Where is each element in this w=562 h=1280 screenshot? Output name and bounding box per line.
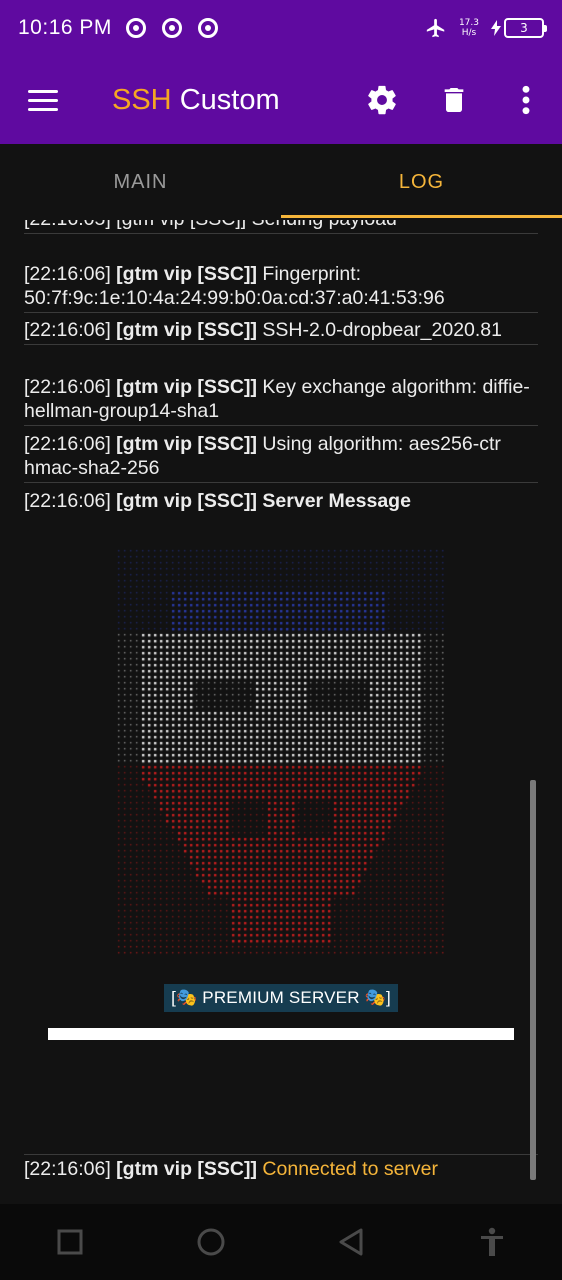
log-entry-connected: [22:16:06] [gtm vip [SSC]] Connected to …	[24, 1154, 538, 1183]
log-entry: [22:16:06] [gtm vip [SSC]] Using algorit…	[24, 432, 538, 483]
log-entry-partial: [22:16:05] [gtm vip [SSC]] Sending paylo…	[24, 220, 538, 234]
back-button[interactable]	[321, 1212, 381, 1272]
chrome-icon	[161, 18, 182, 38]
tab-bar: MAIN LOG	[0, 144, 562, 220]
log-entry: [22:16:06] [gtm vip [SSC]] Key exchange …	[24, 375, 538, 426]
battery-level: 3	[520, 21, 528, 35]
gear-icon	[368, 85, 396, 115]
recent-apps-icon	[57, 1229, 83, 1255]
log-scrollbar[interactable]	[530, 780, 536, 1180]
ascii-art-mask-image	[114, 546, 444, 958]
chrome-icon	[125, 18, 146, 38]
navigation-bar	[0, 1204, 562, 1280]
trash-icon	[444, 88, 464, 112]
home-button[interactable]	[181, 1212, 241, 1272]
tab-main[interactable]: MAIN	[0, 144, 281, 220]
app-actions	[346, 56, 562, 144]
battery-indicator: 3	[491, 18, 547, 38]
chrome-icon	[197, 18, 218, 38]
app-bar: SSH Custom	[0, 56, 562, 144]
notification-icons	[125, 18, 218, 38]
log-entry: [22:16:06] [gtm vip [SSC]] Server Messag…	[24, 490, 411, 512]
more-vert-icon	[522, 85, 530, 115]
log-entry: [22:16:06] [gtm vip [SSC]] SSH-2.0-dropb…	[24, 318, 538, 345]
accessibility-button[interactable]	[462, 1212, 522, 1272]
home-icon	[197, 1228, 225, 1256]
premium-server-banner: [🎭 PREMIUM SERVER 🎭]	[164, 984, 398, 1012]
network-speed: 17.3 H/s	[458, 18, 479, 38]
menu-icon[interactable]	[0, 56, 86, 144]
more-options-button[interactable]	[490, 56, 562, 144]
airplane-icon	[426, 18, 445, 38]
log-view[interactable]: [22:16:05] [gtm vip [SSC]] Sending paylo…	[0, 220, 562, 1204]
status-bar: 10:16 PM 17.3 H/s 3	[0, 0, 562, 56]
app-title: SSH Custom	[112, 83, 280, 116]
banner-underline	[48, 1028, 514, 1040]
status-right: 17.3 H/s 3	[425, 17, 547, 39]
battery-icon: 3	[504, 18, 547, 38]
recent-apps-button[interactable]	[40, 1212, 100, 1272]
back-icon	[339, 1228, 363, 1256]
status-time: 10:16 PM	[18, 16, 112, 39]
settings-button[interactable]	[346, 56, 418, 144]
log-entry: [22:16:06] [gtm vip [SSC]] Fingerprint: …	[24, 262, 538, 313]
delete-log-button[interactable]	[418, 56, 490, 144]
charging-bolt-icon	[491, 20, 501, 36]
tab-log[interactable]: LOG	[281, 144, 562, 220]
accessibility-icon	[480, 1227, 503, 1256]
